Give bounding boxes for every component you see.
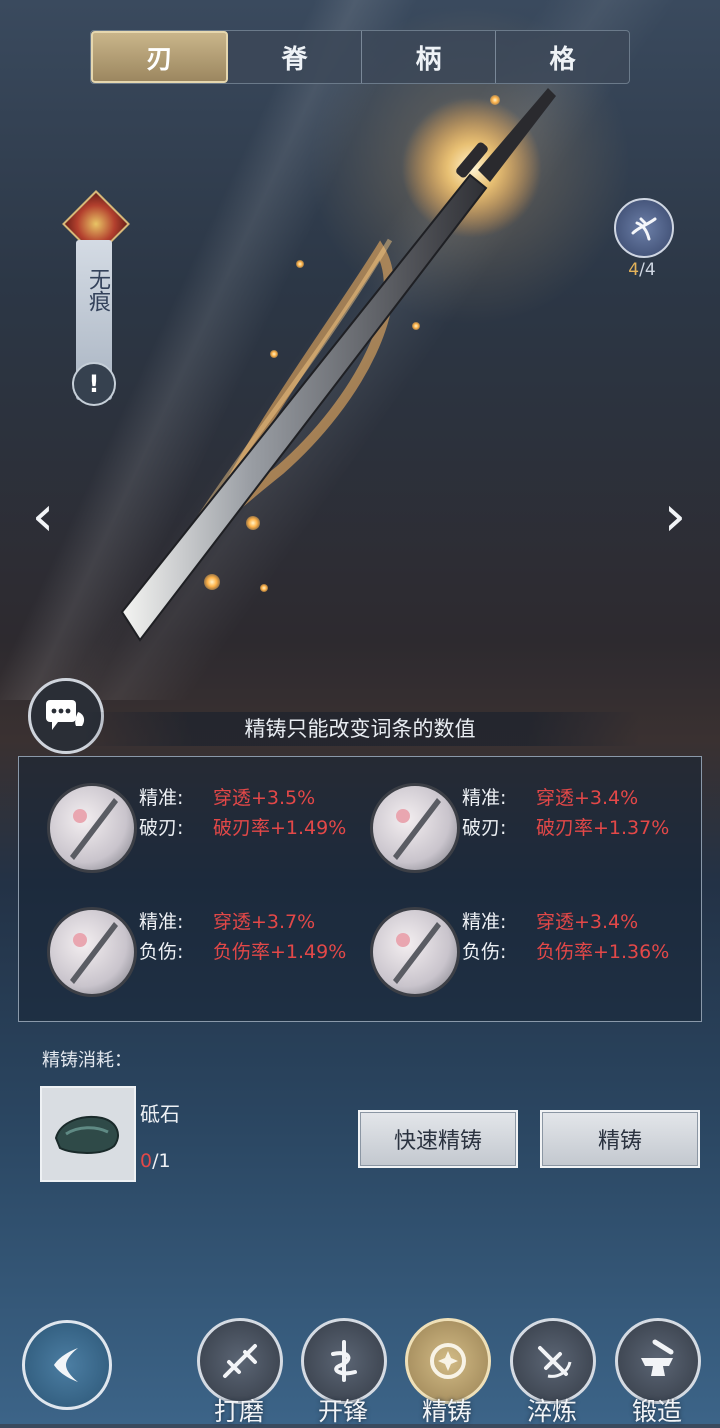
- stat-label: 负伤:: [139, 941, 184, 963]
- nav-label: 淬炼: [526, 1397, 577, 1426]
- tab-blade[interactable]: 刃: [91, 31, 228, 83]
- tab-hilt[interactable]: 柄: [362, 31, 496, 83]
- nav-sharpen[interactable]: 开锋: [298, 1318, 388, 1426]
- back-button[interactable]: [22, 1320, 112, 1410]
- cost-label: 精铸消耗：: [42, 1050, 132, 1071]
- part-tabs: 刃 脊 柄 格: [90, 30, 630, 84]
- prev-arrow-icon[interactable]: ‹: [26, 488, 60, 546]
- tab-spine[interactable]: 脊: [228, 31, 362, 83]
- material-count: 0/1: [140, 1150, 171, 1172]
- refine-option[interactable]: 精准: 穿透+3.4% 破刃: 破刃率+1.37%: [342, 777, 669, 873]
- refine-option[interactable]: 精准: 穿透+3.5% 破刃: 破刃率+1.49%: [19, 777, 346, 873]
- weapon-name-plate: 无痕 !: [62, 190, 130, 408]
- badge-current: 4: [628, 260, 640, 280]
- stat-label: 精准:: [462, 911, 507, 933]
- nav-label: 打磨: [213, 1397, 264, 1426]
- stat-value: 负伤率+1.49%: [213, 941, 347, 963]
- blade-thumbnail-icon: [370, 783, 460, 873]
- refine-options-panel: 精准: 穿透+3.5% 破刃: 破刃率+1.49% 精准: 穿透+3.4% 破刃: 破刃…: [18, 756, 702, 1022]
- stat-value: 穿透+3.4%: [536, 787, 639, 809]
- badge-total: 4: [644, 260, 656, 280]
- stat-value: 穿透+3.5%: [213, 787, 316, 809]
- stat-value: 破刃率+1.37%: [536, 817, 670, 839]
- material-have: 0: [140, 1150, 153, 1172]
- skill-badge[interactable]: [614, 198, 674, 258]
- material-need: /1: [152, 1150, 171, 1172]
- info-button[interactable]: !: [72, 362, 116, 406]
- nav-label: 开锋: [317, 1397, 368, 1426]
- crane-icon: [631, 217, 657, 241]
- hint-text: 精铸只能改变词条的数值: [80, 712, 640, 746]
- stat-label: 精准:: [462, 787, 507, 809]
- stat-value: 破刃率+1.49%: [213, 817, 347, 839]
- stat-value: 穿透+3.4%: [536, 911, 639, 933]
- stat-label: 负伤:: [462, 941, 507, 963]
- blade-thumbnail-icon: [47, 907, 137, 997]
- stat-label: 破刃:: [139, 817, 184, 839]
- stat-value: 负伤率+1.36%: [536, 941, 670, 963]
- back-arrow-icon: [54, 1348, 78, 1382]
- nav-label: 锻造: [631, 1397, 682, 1426]
- nav-forge[interactable]: 锻造: [612, 1318, 702, 1426]
- forge-button[interactable]: 精铸: [540, 1110, 700, 1168]
- blade-thumbnail-icon: [370, 907, 460, 997]
- material-slot[interactable]: [40, 1086, 136, 1182]
- nav-label: 精铸: [421, 1397, 472, 1426]
- nav-grind[interactable]: 打磨: [194, 1318, 284, 1426]
- refine-option[interactable]: 精准: 穿透+3.4% 负伤: 负伤率+1.36%: [342, 901, 669, 997]
- material-name: 砥石: [140, 1102, 180, 1126]
- tab-guard[interactable]: 格: [496, 31, 629, 83]
- quick-forge-button[interactable]: 快速精铸: [358, 1110, 518, 1168]
- nav-temper[interactable]: 淬炼: [507, 1318, 597, 1426]
- stat-value: 穿透+3.7%: [213, 911, 316, 933]
- next-arrow-icon[interactable]: ›: [658, 488, 692, 546]
- whetstone-icon: [54, 1116, 119, 1154]
- refine-option[interactable]: 精准: 穿透+3.7% 负伤: 负伤率+1.49%: [19, 901, 346, 997]
- weapon-name: 无痕: [85, 268, 110, 312]
- stat-label: 精准:: [139, 787, 184, 809]
- top-status-bar: [0, 0, 720, 22]
- nav-refine[interactable]: 精铸: [402, 1318, 492, 1426]
- blade-thumbnail-icon: [47, 783, 137, 873]
- stat-label: 破刃:: [462, 817, 507, 839]
- stat-label: 精准:: [139, 911, 184, 933]
- badge-count: 4/4: [614, 260, 670, 280]
